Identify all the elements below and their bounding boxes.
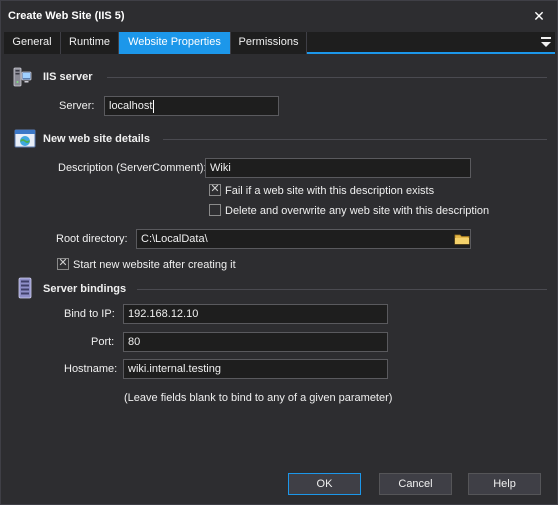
window-title: Create Web Site (IIS 5): [8, 10, 125, 22]
root-directory-label: Root directory:: [56, 233, 128, 245]
bindings-hint: (Leave fields blank to bind to any of a …: [124, 392, 393, 404]
delete-overwrite-label: Delete and overwrite any web site with t…: [225, 205, 490, 217]
check-mark-icon: ✕: [58, 257, 68, 269]
port-label: Port:: [91, 336, 115, 348]
bindings-section-title: Server bindings: [43, 283, 127, 295]
server-input[interactable]: localhost: [104, 96, 279, 116]
start-after-checkbox[interactable]: ✕: [57, 257, 69, 270]
folder-icon[interactable]: [454, 231, 470, 247]
site-details-section-title: New web site details: [43, 133, 150, 145]
overflow-menu-icon[interactable]: [539, 34, 553, 50]
tab-runtime[interactable]: Runtime: [61, 32, 119, 54]
section-divider: [137, 289, 547, 290]
check-mark-icon: ✕: [210, 183, 220, 195]
description-input[interactable]: Wiki: [205, 158, 471, 178]
close-icon[interactable]: ✕: [530, 7, 548, 25]
start-after-label: Start new website after creating it: [73, 259, 236, 271]
help-button[interactable]: Help: [468, 473, 541, 495]
bind-ip-label: Bind to IP:: [64, 308, 115, 320]
server-label: Server:: [59, 100, 95, 112]
hostname-label: Hostname:: [64, 363, 118, 375]
fail-if-exists-label: Fail if a web site with this description…: [225, 185, 435, 197]
section-divider: [163, 139, 547, 140]
ok-button[interactable]: OK: [288, 473, 361, 495]
root-directory-input[interactable]: C:\LocalData\: [136, 229, 471, 249]
web-page-icon: [14, 129, 36, 148]
server-computer-icon: [13, 67, 32, 87]
hostname-input[interactable]: wiki.internal.testing: [123, 359, 388, 379]
tab-strip: General Runtime Website Properties Permi…: [4, 32, 555, 54]
title-bar: Create Web Site (IIS 5) ✕: [1, 1, 557, 31]
fail-if-exists-checkbox[interactable]: ✕: [209, 183, 221, 196]
delete-overwrite-checkbox[interactable]: [209, 204, 221, 216]
text-caret: [153, 99, 155, 113]
server-value: localhost: [109, 100, 153, 112]
iis-server-section-title: IIS server: [43, 71, 93, 83]
tab-permissions[interactable]: Permissions: [231, 32, 307, 54]
section-divider: [107, 77, 547, 78]
tab-website-properties[interactable]: Website Properties: [119, 32, 231, 54]
create-web-site-dialog: Create Web Site (IIS 5) ✕ General Runtim…: [0, 0, 558, 505]
port-input[interactable]: 80: [123, 332, 388, 352]
tab-general[interactable]: General: [4, 32, 61, 54]
cancel-button[interactable]: Cancel: [379, 473, 452, 495]
description-label: Description (ServerComment):: [58, 162, 207, 174]
bind-ip-input[interactable]: 192.168.12.10: [123, 304, 388, 324]
server-rack-icon: [18, 277, 32, 299]
